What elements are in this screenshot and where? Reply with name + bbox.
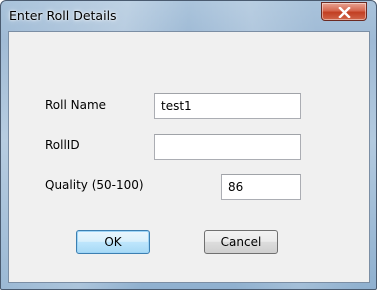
close-button[interactable] <box>321 2 367 21</box>
dialog-window: Enter Roll Details Roll Name RollID Qual… <box>0 0 377 290</box>
cancel-button[interactable]: Cancel <box>204 230 278 254</box>
roll-id-label: RollID <box>45 138 80 152</box>
roll-name-input[interactable] <box>154 93 301 119</box>
close-icon <box>338 7 351 18</box>
dialog-body: Roll Name RollID Quality (50-100) OK Can… <box>8 31 370 283</box>
quality-label: Quality (50-100) <box>45 178 144 192</box>
roll-name-label: Roll Name <box>45 98 107 112</box>
window-title: Enter Roll Details <box>9 8 117 23</box>
ok-button[interactable]: OK <box>76 230 150 254</box>
roll-id-input[interactable] <box>154 134 301 160</box>
title-bar[interactable]: Enter Roll Details <box>1 1 376 31</box>
quality-input[interactable] <box>221 174 301 200</box>
